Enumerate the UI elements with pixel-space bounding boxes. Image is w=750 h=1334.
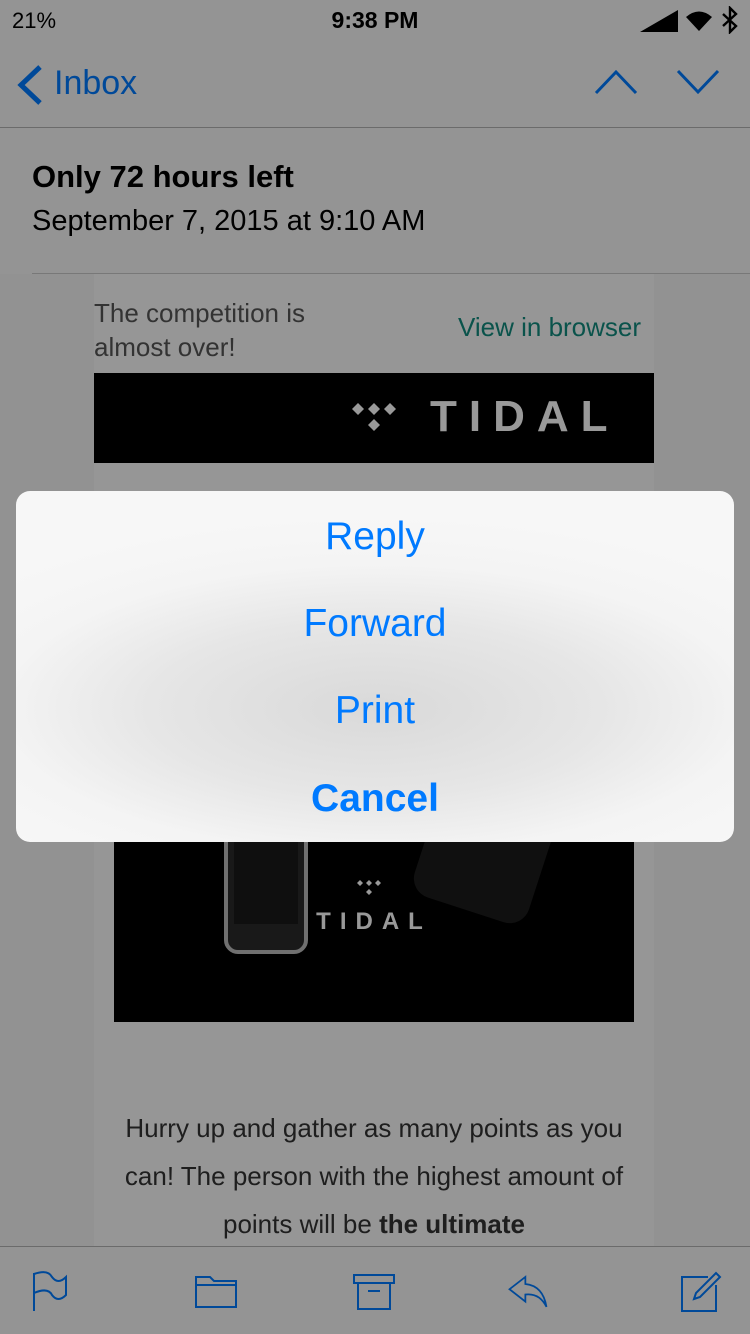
- forward-button[interactable]: Forward: [16, 580, 734, 668]
- action-sheet: Reply Forward Print Cancel: [16, 491, 734, 842]
- print-button[interactable]: Print: [16, 667, 734, 755]
- cancel-button[interactable]: Cancel: [16, 755, 734, 842]
- reply-button[interactable]: Reply: [16, 493, 734, 581]
